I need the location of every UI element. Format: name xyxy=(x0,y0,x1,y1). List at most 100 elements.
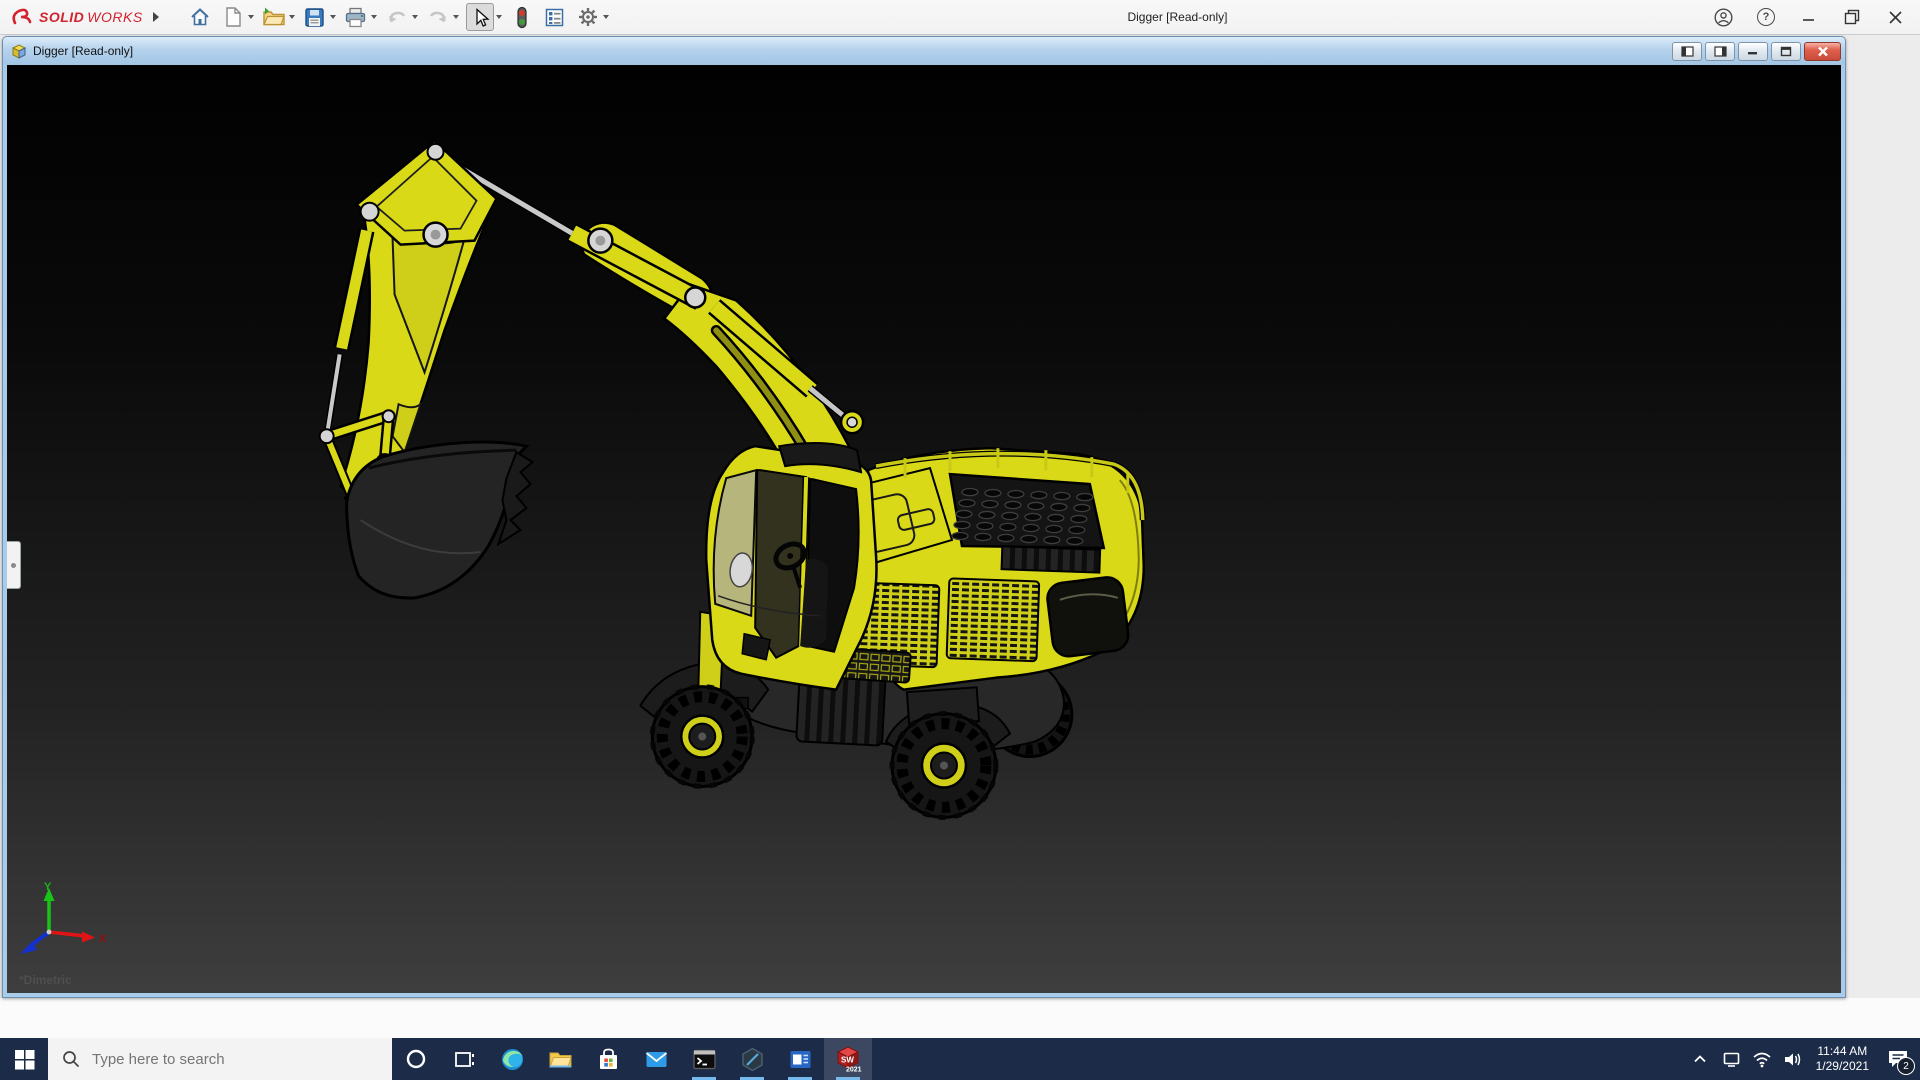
search-input[interactable] xyxy=(90,1050,364,1069)
select-cursor-icon xyxy=(470,7,490,28)
redo-icon xyxy=(427,7,449,27)
orientation-triad: Y X xyxy=(17,880,112,962)
brand-solid: SOLID xyxy=(39,9,84,25)
clock-date: 1/29/2021 xyxy=(1816,1059,1869,1074)
taskbar-app-store[interactable] xyxy=(584,1038,632,1080)
help-icon: ? xyxy=(1757,8,1775,26)
taskbar-clock[interactable]: 11:44 AM 1/29/2021 xyxy=(1809,1044,1876,1074)
undo-caret[interactable] xyxy=(412,15,418,19)
tray-volume-button[interactable] xyxy=(1778,1038,1809,1080)
app-window-icon xyxy=(788,1047,813,1072)
restore-button[interactable] xyxy=(1841,6,1863,28)
help-button[interactable]: ? xyxy=(1755,6,1777,28)
cortana-button[interactable] xyxy=(392,1038,440,1080)
save-button[interactable] xyxy=(302,4,328,30)
rebuild-traffic-light-icon xyxy=(514,6,530,29)
close-button[interactable] xyxy=(1884,6,1906,28)
new-document-caret[interactable] xyxy=(248,15,254,19)
app-background-strip xyxy=(0,998,1920,1038)
pane-left-icon xyxy=(1681,46,1694,57)
app-window-controls: ? xyxy=(1712,0,1906,34)
doc-restore-button[interactable] xyxy=(1771,42,1801,61)
windows-taskbar: SW 2021 xyxy=(0,1038,1920,1080)
feature-manager-collapsed-tab[interactable] xyxy=(7,541,21,589)
graphics-viewport[interactable]: Y X *Dimetric xyxy=(7,65,1841,993)
doc-close-icon xyxy=(1817,46,1829,57)
restore-icon xyxy=(1844,9,1860,25)
mail-icon xyxy=(644,1047,669,1072)
file-properties-icon xyxy=(544,7,565,28)
select-caret[interactable] xyxy=(496,15,502,19)
x-axis-label: X xyxy=(99,933,107,945)
account-button[interactable] xyxy=(1712,6,1734,28)
home-button[interactable] xyxy=(187,4,213,30)
task-view-button[interactable] xyxy=(440,1038,488,1080)
tab-grip-dot xyxy=(11,563,16,568)
app-titlebar: SOLIDWORKS xyxy=(0,0,1920,35)
view-orientation-label: *Dimetric xyxy=(19,973,72,987)
brand-works: WORKS xyxy=(87,9,142,25)
minimize-icon xyxy=(1802,10,1816,24)
quick-access-toolbar xyxy=(187,3,616,31)
new-document-button[interactable] xyxy=(220,4,246,30)
toolbar-expand-icon[interactable] xyxy=(153,12,159,22)
tray-display-button[interactable] xyxy=(1716,1038,1747,1080)
save-caret[interactable] xyxy=(330,15,336,19)
tray-wifi-button[interactable] xyxy=(1747,1038,1778,1080)
taskbar-app-edge[interactable] xyxy=(488,1038,536,1080)
display-icon xyxy=(1722,1051,1741,1068)
close-icon xyxy=(1888,10,1903,25)
file-explorer-icon xyxy=(548,1047,573,1072)
speaker-icon xyxy=(1783,1051,1803,1068)
document-window-controls xyxy=(1669,42,1841,61)
wheel-rear-left xyxy=(892,714,996,818)
account-icon xyxy=(1714,8,1733,27)
sw-year: 2021 xyxy=(846,1067,862,1074)
assembly-document-icon xyxy=(10,43,27,59)
document-titlebar[interactable]: Digger [Read-only] xyxy=(3,37,1845,65)
taskbar-app-solidworks[interactable]: SW 2021 xyxy=(824,1038,872,1080)
rebuild-button[interactable] xyxy=(509,4,535,30)
store-icon xyxy=(596,1047,621,1072)
taskbar-app-mail[interactable] xyxy=(632,1038,680,1080)
options-button[interactable] xyxy=(575,4,601,30)
taskbar-app-file-explorer[interactable] xyxy=(536,1038,584,1080)
pane-left-button[interactable] xyxy=(1672,42,1702,61)
x-axis-arrow xyxy=(82,932,95,943)
clock-time: 11:44 AM xyxy=(1816,1044,1869,1059)
redo-caret[interactable] xyxy=(453,15,459,19)
action-center-button[interactable]: 2 xyxy=(1876,1038,1920,1080)
pane-right-button[interactable] xyxy=(1705,42,1735,61)
minimize-button[interactable] xyxy=(1798,6,1820,28)
undo-icon xyxy=(386,7,408,27)
open-caret[interactable] xyxy=(289,15,295,19)
options-caret[interactable] xyxy=(603,15,609,19)
taskbar-search[interactable] xyxy=(48,1038,392,1080)
app-window-title: Digger [Read-only] xyxy=(1055,0,1300,34)
taskbar-app-dev-tool[interactable] xyxy=(728,1038,776,1080)
search-icon xyxy=(62,1050,80,1068)
hexagon-dev-icon xyxy=(740,1047,765,1072)
taskbar-app-window[interactable] xyxy=(776,1038,824,1080)
tray-chevron-button[interactable] xyxy=(1685,1038,1716,1080)
solidworks-logo-icon xyxy=(10,6,36,28)
print-caret[interactable] xyxy=(371,15,377,19)
doc-close-button[interactable] xyxy=(1804,42,1841,61)
open-button[interactable] xyxy=(261,4,287,30)
undo-button[interactable] xyxy=(384,4,410,30)
cortana-icon xyxy=(405,1048,427,1070)
start-button[interactable] xyxy=(0,1038,48,1080)
task-view-icon xyxy=(454,1049,475,1070)
print-button[interactable] xyxy=(343,4,369,30)
terminal-icon xyxy=(692,1047,717,1072)
save-icon xyxy=(304,7,325,28)
select-button[interactable] xyxy=(466,3,494,31)
gear-icon xyxy=(577,6,599,28)
taskbar-app-terminal[interactable] xyxy=(680,1038,728,1080)
redo-button[interactable] xyxy=(425,4,451,30)
doc-minimize-button[interactable] xyxy=(1738,42,1768,61)
notification-badge: 2 xyxy=(1897,1057,1915,1075)
home-icon xyxy=(189,6,211,28)
document-window: Digger [Read-only] xyxy=(2,36,1846,998)
file-properties-button[interactable] xyxy=(542,4,568,30)
